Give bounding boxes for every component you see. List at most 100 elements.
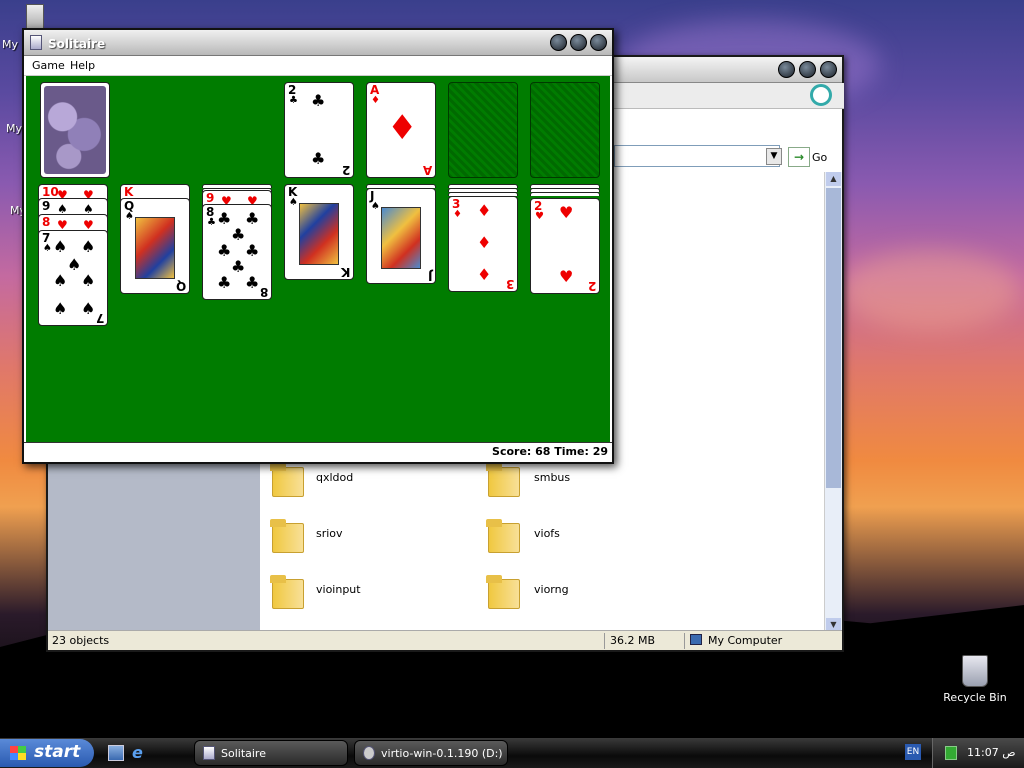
solitaire-titlebar[interactable]: Solitaire xyxy=(24,30,612,56)
card-rank: 3 xyxy=(505,277,514,291)
solitaire-app-icon xyxy=(30,35,42,50)
recycle-bin-label: Recycle Bin xyxy=(943,691,1007,704)
club-icon: ♣ xyxy=(245,209,260,228)
throbber-icon xyxy=(810,84,832,106)
foundation-slot-empty[interactable] xyxy=(448,82,518,178)
explorer-task-pane xyxy=(48,461,260,631)
desktop-icon-partial[interactable]: My xyxy=(6,122,22,135)
spade-icon: ♠ xyxy=(43,243,52,254)
go-button-label[interactable]: Go xyxy=(812,151,827,164)
game-table[interactable]: 2 ♣ ♣ ♣ 2 A ♦ ♦ A 10 ♥ ♥ 9 ♠ ♠ 8 ♥ ♥ 7 ♠… xyxy=(26,76,610,442)
explorer-statusbar: 23 objects 36.2 MB My Computer xyxy=(48,630,842,650)
menu-bar: Game Help xyxy=(24,56,612,76)
club-icon: ♣ xyxy=(207,217,216,228)
cd-drive-icon xyxy=(363,746,375,760)
menu-game[interactable]: Game xyxy=(32,59,65,72)
minimize-button[interactable] xyxy=(550,34,567,51)
computer-icon xyxy=(690,634,702,645)
folder-label[interactable]: viorng xyxy=(534,583,569,596)
desktop-icon-partial[interactable]: My xyxy=(2,38,18,51)
card-rank: 2 xyxy=(587,279,596,293)
spade-icon: ♠ xyxy=(289,197,298,208)
spade-icon: ♠ xyxy=(53,271,68,290)
internet-explorer-icon[interactable]: e xyxy=(132,745,148,761)
folder-icon[interactable] xyxy=(486,519,522,553)
folder-icon[interactable] xyxy=(486,575,522,609)
recycle-bin-icon[interactable]: Recycle Bin xyxy=(940,655,1010,704)
folder-icon[interactable] xyxy=(270,575,306,609)
queen-face-art xyxy=(135,217,175,279)
card-rank: K xyxy=(124,185,134,199)
jack-face-art xyxy=(381,207,421,269)
card-rank: K xyxy=(340,265,350,279)
windows-logo-icon xyxy=(10,746,26,760)
language-indicator[interactable]: EN xyxy=(905,744,921,760)
folder-icon[interactable] xyxy=(270,463,306,497)
diamond-icon: ♦ xyxy=(453,209,462,220)
tableau-top-card[interactable]: Q ♠ Q xyxy=(120,198,190,294)
close-button[interactable] xyxy=(590,34,607,51)
foundation-card[interactable]: 2 ♣ ♣ ♣ 2 xyxy=(284,82,354,178)
stock-pile[interactable] xyxy=(40,82,110,178)
diamond-icon: ♦ xyxy=(387,108,418,148)
menu-help[interactable]: Help xyxy=(70,59,95,72)
diamond-icon: ♦ xyxy=(477,265,492,284)
club-icon: ♣ xyxy=(311,149,326,168)
clock[interactable]: 11:07 ص xyxy=(967,746,1016,759)
tableau-top-card[interactable]: K ♠ K xyxy=(284,184,354,280)
folder-label[interactable]: smbus xyxy=(534,471,570,484)
folder-label[interactable]: vioinput xyxy=(316,583,361,596)
minimize-button[interactable] xyxy=(778,61,795,78)
tableau-top-card[interactable]: 8 ♣ ♣ ♣ ♣ ♣ ♣ ♣ ♣ ♣ 8 xyxy=(202,204,272,300)
scroll-up-arrow-icon[interactable]: ▲ xyxy=(826,172,841,186)
folder-label[interactable]: viofs xyxy=(534,527,560,540)
status-divider xyxy=(684,633,685,649)
maximize-button[interactable] xyxy=(570,34,587,51)
solitaire-window[interactable]: Solitaire Game Help 2 ♣ ♣ ♣ 2 A ♦ ♦ A 10 xyxy=(22,28,614,464)
card-rank: 8 xyxy=(42,215,51,229)
foundation-slot-empty[interactable] xyxy=(530,82,600,178)
folder-label[interactable]: sriov xyxy=(316,527,343,540)
address-bar[interactable] xyxy=(614,145,780,167)
sky-cloud xyxy=(840,250,1020,330)
folder-label[interactable]: qxldod xyxy=(316,471,353,484)
taskbar-button-label: virtio-win-0.1.190 (D:) xyxy=(381,747,503,760)
spade-icon: ♠ xyxy=(81,237,96,256)
solitaire-statusbar: Score: 68 Time: 29 xyxy=(24,442,612,462)
go-arrow-icon[interactable]: → xyxy=(788,147,810,167)
total-size: 36.2 MB xyxy=(610,634,656,647)
close-button[interactable] xyxy=(820,61,837,78)
start-button[interactable]: start xyxy=(0,739,94,767)
folder-icon[interactable] xyxy=(270,519,306,553)
tableau-top-card[interactable]: 2 ♥ ♥ ♥ 2 xyxy=(530,198,600,294)
folder-icon[interactable] xyxy=(486,463,522,497)
taskbar-button-explorer[interactable]: virtio-win-0.1.190 (D:) xyxy=(354,740,508,766)
scrollbar-thumb[interactable] xyxy=(826,188,841,488)
heart-icon: ♥ xyxy=(559,203,574,222)
spade-icon: ♠ xyxy=(67,255,82,274)
taskbar-button-solitaire[interactable]: Solitaire xyxy=(194,740,348,766)
card-rank: 9 xyxy=(42,199,51,213)
tableau-top-card[interactable]: 3 ♦ ♦ ♦ ♦ 3 xyxy=(448,196,518,292)
vertical-scrollbar[interactable]: ▲ ▼ xyxy=(824,172,842,632)
desktop-icon-partial[interactable] xyxy=(26,4,44,30)
address-dropdown-button[interactable]: ▼ xyxy=(766,148,782,165)
window-title: Solitaire xyxy=(48,37,106,51)
king-face-art xyxy=(299,203,339,265)
card-rank: 8 xyxy=(259,285,268,299)
club-icon: ♣ xyxy=(245,273,260,292)
system-tray: 11:07 ص xyxy=(932,738,1024,768)
score-time: Score: 68 Time: 29 xyxy=(492,445,608,458)
card-back-stones xyxy=(44,86,106,174)
card-rank: 2 xyxy=(341,163,350,177)
spade-icon: ♠ xyxy=(125,211,134,222)
spade-icon: ♠ xyxy=(371,201,380,212)
solitaire-app-icon xyxy=(203,746,215,760)
network-icon[interactable] xyxy=(945,746,957,760)
foundation-card[interactable]: A ♦ ♦ A xyxy=(366,82,436,178)
show-desktop-icon[interactable] xyxy=(108,745,124,761)
tableau-top-card[interactable]: 7 ♠ ♠ ♠ ♠ ♠ ♠ ♠ ♠ 7 xyxy=(38,230,108,326)
tableau-top-card[interactable]: J ♠ J xyxy=(366,188,436,284)
maximize-button[interactable] xyxy=(799,61,816,78)
club-icon: ♣ xyxy=(245,241,260,260)
